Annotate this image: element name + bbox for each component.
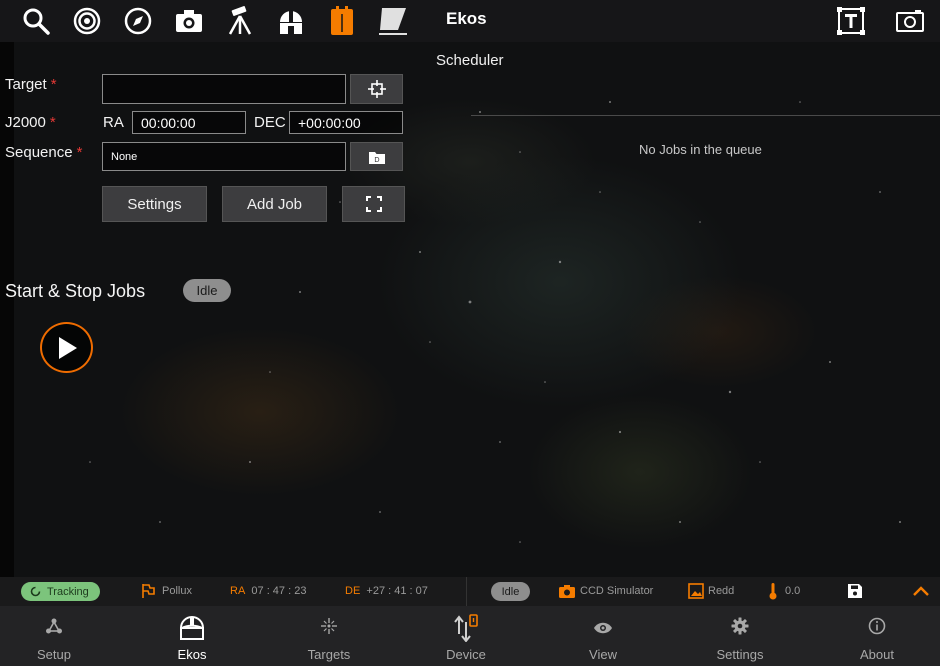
observatory-dome-icon (180, 616, 204, 640)
add-job-button[interactable]: Add Job (222, 186, 327, 222)
gear-icon (731, 617, 749, 635)
thermometer-icon (769, 583, 777, 600)
dec-label: DEC (254, 114, 286, 131)
jobs-status-badge: Idle (183, 279, 231, 302)
ra-input[interactable]: 00:00:00 (132, 111, 246, 134)
status-bar: Tracking Pollux RA 07 : 47 : 23 DE +27 :… (0, 577, 940, 606)
eye-icon (594, 622, 612, 634)
capture-status-badge[interactable]: Idle (491, 582, 530, 601)
search-icon[interactable] (19, 4, 53, 38)
find-target-button[interactable] (350, 74, 403, 104)
nav-targets[interactable]: Targets (269, 606, 389, 666)
nav-label: Device (446, 647, 486, 662)
mount-status-badge[interactable]: Tracking (21, 582, 100, 601)
nav-ekos[interactable]: Ekos (132, 606, 252, 666)
j2000-label: J2000 * (5, 114, 56, 131)
play-icon (58, 336, 77, 359)
nav-label: Targets (307, 647, 351, 662)
info-icon (868, 617, 886, 635)
fullscreen-button[interactable] (342, 186, 405, 222)
mount-name: Pollux (162, 585, 192, 597)
start-jobs-button[interactable] (40, 322, 93, 373)
screenshot-icon[interactable] (893, 4, 927, 38)
nav-settings[interactable]: Settings (680, 606, 800, 666)
nav-label: Settings (716, 647, 764, 662)
mount-flag-icon (142, 584, 155, 598)
app-title: Ekos (446, 9, 487, 28)
scheduler-tab-icon[interactable] (325, 4, 359, 38)
required-mark: * (76, 144, 83, 161)
image-icon (688, 583, 704, 599)
folder-icon: D (368, 151, 385, 164)
sequence-input[interactable]: None (102, 142, 346, 171)
observatory-dome-icon[interactable] (274, 4, 308, 38)
nav-device[interactable]: Device (406, 606, 526, 666)
target-star-icon (321, 618, 337, 634)
nav-label: About (860, 647, 894, 662)
scheduler-divider (471, 115, 940, 116)
expand-icon (365, 196, 382, 212)
scheduler-empty-text: No Jobs in the queue (639, 142, 762, 157)
camera-icon[interactable] (172, 4, 206, 38)
sequence-label: Sequence * (5, 144, 83, 161)
nav-label: Ekos (177, 647, 207, 662)
tripod-icon[interactable] (223, 4, 257, 38)
start-stop-jobs-title: Start & Stop Jobs (5, 281, 146, 301)
nav-setup[interactable]: Setup (0, 606, 114, 666)
target-input[interactable] (102, 74, 346, 104)
chevron-up-icon[interactable] (913, 586, 929, 596)
status-separator (466, 577, 467, 606)
settings-button[interactable]: Settings (102, 186, 207, 222)
required-mark: * (49, 114, 56, 131)
nav-label: View (589, 647, 617, 662)
open-sequence-button[interactable]: D (350, 142, 403, 171)
top-toolbar: Ekos (0, 0, 940, 42)
camera-icon (559, 585, 575, 598)
save-icon[interactable] (848, 584, 862, 598)
filter-name: Redd (708, 585, 735, 597)
camera-name: CCD Simulator (580, 585, 654, 597)
target-label: Target * (5, 76, 57, 93)
text-toggle-icon[interactable] (834, 4, 868, 38)
target-rings-icon[interactable] (70, 4, 104, 38)
scheduler-title: Scheduler (436, 52, 504, 69)
dec-input[interactable]: +00:00:00 (289, 111, 403, 134)
nav-about[interactable]: About (817, 606, 937, 666)
temperature-value: 0.0 (785, 585, 801, 597)
required-mark: * (50, 76, 57, 93)
svg-text:D: D (374, 156, 379, 164)
device-arrows-icon (454, 614, 478, 642)
flat-panel-icon[interactable] (376, 4, 410, 38)
ra-label: RA (103, 114, 124, 131)
mount-de: DE +27 : 41 : 07 (345, 585, 428, 597)
bottom-navigation: Setup Ekos Targets Device View Settings … (0, 606, 940, 666)
nav-label: Setup (37, 647, 71, 662)
tracking-spinner-icon (30, 586, 41, 597)
mount-ra: RA 07 : 47 : 23 (230, 585, 307, 597)
compass-icon[interactable] (121, 4, 155, 38)
crosshair-icon (367, 80, 386, 98)
network-nodes-icon (46, 618, 62, 634)
nav-view[interactable]: View (543, 606, 663, 666)
